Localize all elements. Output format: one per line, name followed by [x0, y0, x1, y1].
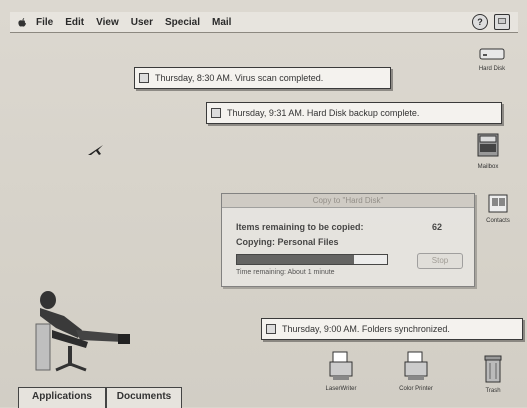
contacts-desktop-icon[interactable]: Contacts: [476, 192, 520, 224]
color-printer-desktop-icon[interactable]: Color Printer: [390, 350, 442, 392]
printer-icon: [329, 351, 353, 380]
notification-text: Thursday, 8:30 AM. Virus scan completed.: [155, 73, 324, 83]
menu-special[interactable]: Special: [165, 17, 200, 28]
time-remaining-text: Time remaining: About 1 minute: [236, 269, 335, 276]
items-remaining-count: 62: [432, 222, 443, 232]
notification-sync: Thursday, 9:00 AM. Folders synchronized.: [261, 318, 523, 340]
reclining-person-illustration: [35, 291, 130, 372]
close-box-icon[interactable]: [139, 73, 149, 83]
pointer-cursor-icon: [88, 145, 103, 155]
copy-progress-bar: [236, 254, 388, 265]
copying-label: Copying: Personal Files: [236, 237, 339, 247]
menu-user[interactable]: User: [131, 17, 153, 28]
menu-mail[interactable]: Mail: [212, 17, 231, 28]
tab-applications[interactable]: Applications: [18, 387, 106, 408]
application-menu-icon[interactable]: [494, 14, 510, 30]
mailbox-desktop-icon[interactable]: Mailbox: [471, 132, 505, 170]
items-remaining-label: Items remaining to be copied:: [236, 222, 364, 232]
hard-disk-label: Hard Disk: [478, 66, 506, 72]
color-printer-label: Color Printer: [399, 386, 433, 392]
trash-label: Trash: [485, 388, 501, 394]
apple-menu-icon[interactable]: [16, 16, 28, 28]
contacts-icon: [488, 194, 508, 213]
mailbox-label: Mailbox: [477, 164, 499, 170]
tab-documents[interactable]: Documents: [106, 387, 182, 408]
menu-bar: File Edit View User Special Mail ?: [10, 12, 518, 33]
close-box-icon[interactable]: [211, 108, 221, 118]
laserwriter-label: LaserWriter: [325, 386, 357, 392]
progress-fill: [237, 255, 354, 264]
notification-virus-scan: Thursday, 8:30 AM. Virus scan completed.: [134, 67, 391, 89]
copy-progress-dialog: Copy to "Hard Disk" Items remaining to b…: [221, 193, 475, 287]
trash-desktop-icon[interactable]: Trash: [476, 354, 510, 394]
stop-button[interactable]: Stop: [417, 253, 463, 269]
menu-file[interactable]: File: [36, 17, 53, 28]
notification-text: Thursday, 9:00 AM. Folders synchronized.: [282, 324, 450, 334]
notification-backup: Thursday, 9:31 AM. Hard Disk backup comp…: [206, 102, 502, 124]
desktop: File Edit View User Special Mail ? Thurs…: [0, 0, 527, 408]
menu-view[interactable]: View: [96, 17, 119, 28]
close-box-icon[interactable]: [266, 324, 276, 334]
mailbox-icon: [477, 133, 499, 157]
menu-edit[interactable]: Edit: [65, 17, 84, 28]
hard-disk-desktop-icon[interactable]: Hard Disk: [470, 44, 514, 72]
help-menu-icon[interactable]: ?: [472, 14, 488, 30]
dialog-title[interactable]: Copy to "Hard Disk": [222, 194, 474, 208]
trash-icon: [484, 355, 502, 383]
printer-icon: [404, 351, 428, 380]
contacts-label: Contacts: [486, 218, 510, 224]
notification-text: Thursday, 9:31 AM. Hard Disk backup comp…: [227, 108, 420, 118]
hard-disk-icon: [479, 48, 505, 60]
laserwriter-desktop-icon[interactable]: LaserWriter: [318, 350, 364, 392]
